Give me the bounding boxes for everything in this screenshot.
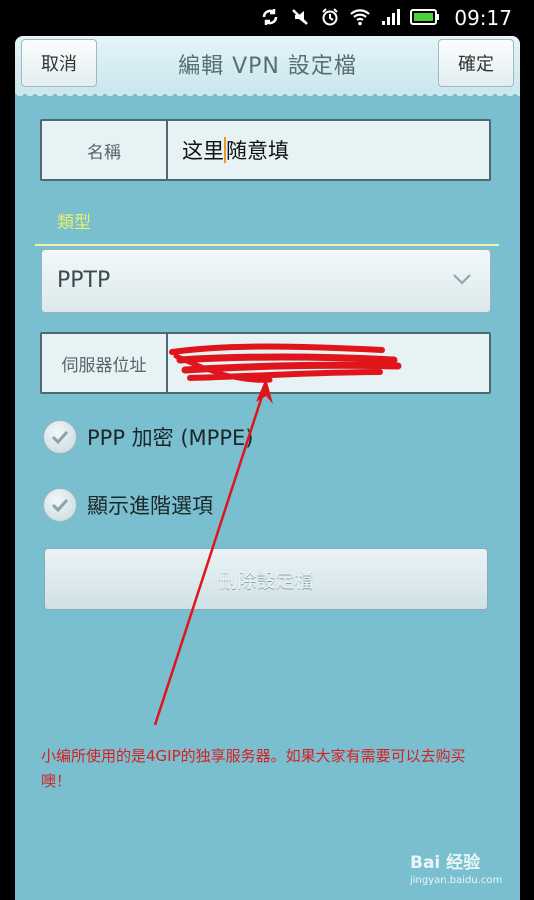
cancel-button[interactable]: 取消 <box>21 39 97 87</box>
show-advanced-label: 顯示進階選項 <box>87 494 213 518</box>
signal-icon <box>382 9 400 25</box>
status-bar: 09:17 <box>0 0 534 36</box>
sync-icon <box>262 9 278 25</box>
checkmark-icon <box>51 498 69 512</box>
mute-icon <box>292 9 308 25</box>
battery-icon <box>410 9 439 25</box>
show-advanced-checkbox[interactable] <box>43 488 77 522</box>
page-title: 編輯 VPN 設定檔 <box>178 54 357 79</box>
watermark-brand: Bai 经验 <box>410 853 481 873</box>
show-advanced-row[interactable]: 顯示進階選項 <box>43 488 213 522</box>
chevron-down-icon <box>453 274 471 285</box>
server-address-label: 伺服器位址 <box>42 334 168 392</box>
ppp-encryption-checkbox[interactable] <box>43 420 77 454</box>
section-divider <box>35 244 499 246</box>
vpn-type-select[interactable]: PPTP <box>41 249 491 313</box>
alarm-icon <box>322 8 338 26</box>
server-address-field[interactable]: 伺服器位址 <box>40 332 491 394</box>
vpn-type-value: PPTP <box>57 268 111 293</box>
annotation-text: 小编所使用的是4GIP的独享服务器。如果大家有需要可以去购买噢！ <box>41 747 466 790</box>
name-label: 名稱 <box>42 121 168 179</box>
delete-profile-button[interactable]: 刪除設定檔 <box>44 548 488 610</box>
confirm-button[interactable]: 確定 <box>438 39 514 87</box>
title-bar: 取消 編輯 VPN 設定檔 確定 <box>15 36 520 100</box>
watermark-url: jingyan.baidu.com <box>410 875 503 886</box>
name-input[interactable]: 这里 随意填 <box>182 121 289 179</box>
ppp-encryption-row[interactable]: PPP 加密 (MPPE) <box>43 420 253 454</box>
type-section-label: 類型 <box>57 213 91 233</box>
baidu-watermark: Bai 经验 jingyan.baidu.com <box>410 848 502 886</box>
name-field[interactable]: 名稱 这里 随意填 <box>40 119 491 181</box>
ppp-encryption-label: PPP 加密 (MPPE) <box>87 426 254 450</box>
vpn-edit-screen: 取消 編輯 VPN 設定檔 確定 名稱 这里 随意填 類型 PPTP 伺服器位址 … <box>15 36 520 900</box>
checkmark-icon <box>51 430 69 444</box>
wifi-icon <box>350 9 370 26</box>
status-time: 09:17 <box>454 6 512 30</box>
name-value-part2: 随意填 <box>226 139 289 163</box>
name-value-part1: 这里 <box>182 139 224 163</box>
